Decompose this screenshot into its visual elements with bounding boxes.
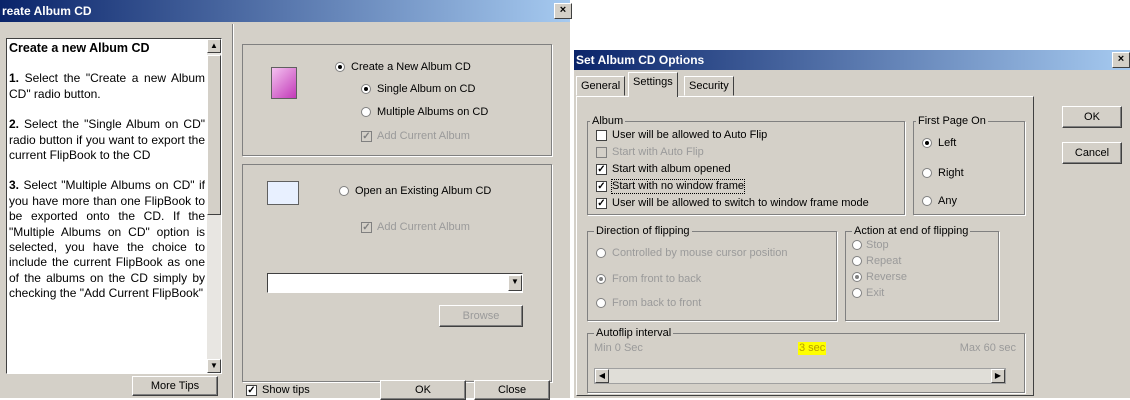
multiple-albums-label: Multiple Albums on CD	[377, 106, 489, 118]
switch-window-frame-checkbox[interactable]: ✓	[596, 198, 607, 209]
close-icon[interactable]: ×	[1112, 52, 1130, 68]
add-current-album-label: Add Current Album	[377, 130, 470, 142]
autoflip-group: Autoflip interval Min 0 Sec 3 sec Max 60…	[587, 327, 1025, 393]
browse-button[interactable]: Browse	[439, 305, 523, 327]
window-titlebar: Set Album CD Options	[574, 50, 1130, 70]
tab-security[interactable]: Security	[684, 76, 734, 96]
window-title: reate Album CD	[2, 4, 92, 18]
panel-divider	[232, 24, 234, 398]
action-repeat-radio[interactable]	[852, 256, 862, 266]
open-existing-label: Open an Existing Album CD	[355, 185, 492, 197]
scroll-thumb[interactable]	[207, 55, 221, 215]
close-icon[interactable]: ×	[554, 3, 572, 19]
action-stop-radio[interactable]	[852, 240, 862, 250]
chevron-down-icon[interactable]: ▼	[508, 275, 522, 291]
options-ok-button[interactable]: OK	[1062, 106, 1122, 128]
switch-window-frame-label: User will be allowed to switch to window…	[612, 197, 869, 209]
action-reverse-label: Reverse	[866, 271, 907, 283]
action-reverse-radio[interactable]	[852, 272, 862, 282]
start-auto-flip-checkbox[interactable]	[596, 147, 607, 158]
direction-back-front-radio[interactable]	[596, 298, 606, 308]
show-tips-label: Show tips	[262, 384, 310, 396]
open-album-icon	[267, 181, 299, 205]
tips-heading: Create a new Album CD	[9, 41, 150, 55]
direction-front-back-label: From front to back	[612, 273, 702, 285]
direction-group-title: Direction of flipping	[594, 225, 692, 237]
direction-back-front-label: From back to front	[612, 297, 702, 309]
action-repeat-label: Repeat	[866, 255, 902, 267]
first-page-any-label: Any	[938, 195, 957, 207]
action-stop-label: Stop	[866, 239, 889, 251]
start-auto-flip-label: Start with Auto Flip	[612, 146, 704, 158]
slider-left-icon[interactable]: ◀	[595, 369, 609, 383]
first-page-group: First Page On Left Right Any	[913, 115, 1025, 215]
tab-settings[interactable]: Settings	[628, 72, 678, 97]
single-album-radio[interactable]	[361, 84, 371, 94]
action-exit-label: Exit	[866, 287, 885, 299]
scroll-up-icon[interactable]: ▲	[207, 39, 221, 53]
first-page-left-label: Left	[938, 137, 957, 149]
no-window-frame-checkbox[interactable]: ✓	[596, 181, 607, 192]
create-new-label: Create a New Album CD	[351, 61, 471, 73]
autoflip-min-label: Min 0 Sec	[594, 342, 643, 354]
tips-scrollbar[interactable]: ▲ ▼	[207, 39, 221, 373]
scroll-down-icon[interactable]: ▼	[207, 359, 221, 373]
add-current-album-checkbox-2[interactable]: ✓	[361, 222, 372, 233]
direction-mouse-radio[interactable]	[596, 248, 606, 258]
auto-flip-allowed-label: User will be allowed to Auto Flip	[612, 129, 768, 141]
action-end-group: Action at end of flipping Stop Repeat Re…	[845, 225, 999, 321]
autoflip-max-label: Max 60 sec	[959, 342, 1016, 354]
autoflip-slider[interactable]: ◀ ▶	[594, 368, 1006, 384]
action-exit-radio[interactable]	[852, 288, 862, 298]
create-album-cd-window: reate Album CD × Create a new Album CD 1…	[0, 0, 572, 400]
show-tips-checkbox[interactable]: ✓	[246, 385, 257, 396]
album-cd-icon	[271, 67, 297, 99]
first-page-right-radio[interactable]	[922, 168, 932, 178]
window-titlebar: reate Album CD	[0, 0, 570, 22]
direction-front-back-radio[interactable]	[596, 274, 606, 284]
album-path-combobox[interactable]: ▼	[267, 273, 523, 293]
slider-right-icon[interactable]: ▶	[991, 369, 1005, 383]
auto-flip-allowed-checkbox[interactable]	[596, 130, 607, 141]
tip-step: 1. Select the "Create a new Album CD" ra…	[9, 71, 205, 101]
settings-tab-page: Album User will be allowed to Auto Flip …	[576, 96, 1034, 396]
open-existing-radio[interactable]	[339, 186, 349, 196]
open-existing-group: Open an Existing Album CD ✓ Add Current …	[242, 164, 552, 382]
close-button[interactable]: Close	[474, 380, 550, 400]
autoflip-value-label: 3 sec	[798, 342, 827, 355]
direction-group: Direction of flipping Controlled by mous…	[587, 225, 837, 321]
album-group-title: Album	[590, 115, 626, 127]
add-current-album-label-2: Add Current Album	[377, 221, 470, 233]
single-album-label: Single Album on CD	[377, 83, 476, 95]
start-album-opened-label: Start with album opened	[612, 163, 731, 175]
start-album-opened-checkbox[interactable]: ✓	[596, 164, 607, 175]
ok-button[interactable]: OK	[380, 380, 466, 400]
direction-mouse-label: Controlled by mouse cursor position	[612, 247, 788, 259]
tip-step: 2. Select the "Single Album on CD" radio…	[9, 117, 205, 163]
first-page-any-radio[interactable]	[922, 196, 932, 206]
options-cancel-button[interactable]: Cancel	[1062, 142, 1122, 164]
first-page-right-label: Right	[938, 167, 964, 179]
autoflip-group-title: Autoflip interval	[594, 327, 674, 339]
album-group: Album User will be allowed to Auto Flip …	[587, 115, 905, 215]
first-page-left-radio[interactable]	[922, 138, 932, 148]
create-new-radio[interactable]	[335, 62, 345, 72]
first-page-group-title: First Page On	[916, 115, 988, 127]
create-new-group: Create a New Album CD Single Album on CD…	[242, 44, 552, 156]
action-end-group-title: Action at end of flipping	[852, 225, 971, 237]
tips-text: Create a new Album CD 1. Select the "Cre…	[9, 41, 205, 317]
no-window-frame-label: Start with no window frame	[610, 179, 746, 194]
more-tips-button[interactable]: More Tips	[132, 376, 218, 396]
add-current-album-checkbox[interactable]: ✓	[361, 131, 372, 142]
multiple-albums-radio[interactable]	[361, 107, 371, 117]
tab-general[interactable]: General	[576, 76, 626, 96]
tip-step: 3. Select "Multiple Albums on CD" if you…	[9, 178, 205, 301]
window-title: Set Album CD Options	[576, 53, 705, 67]
tips-panel: Create a new Album CD 1. Select the "Cre…	[6, 38, 222, 374]
